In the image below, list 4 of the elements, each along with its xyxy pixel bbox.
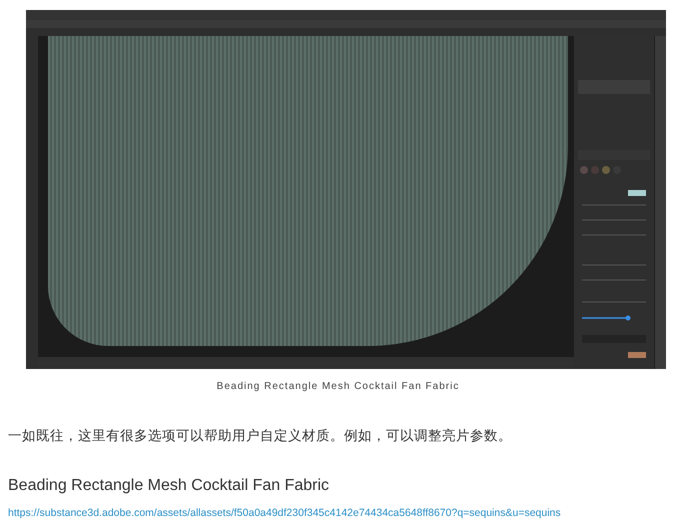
paragraph: 一如既往，这里有很多选项可以帮助用户自定义材质。例如，可以调整亮片参数。: [8, 427, 513, 445]
figure-caption: Beading Rectangle Mesh Cocktail Fan Fabric: [216, 380, 460, 394]
asset-link[interactable]: https://substance3d.adobe.com/assets/allassets/f50a0a49df230f345c4142e74434ca5648ff8670?q=sequins&u=sequins: [8, 506, 561, 522]
article-heading: Beading Rectangle Mesh Cocktail Fan Fabric: [8, 476, 330, 496]
